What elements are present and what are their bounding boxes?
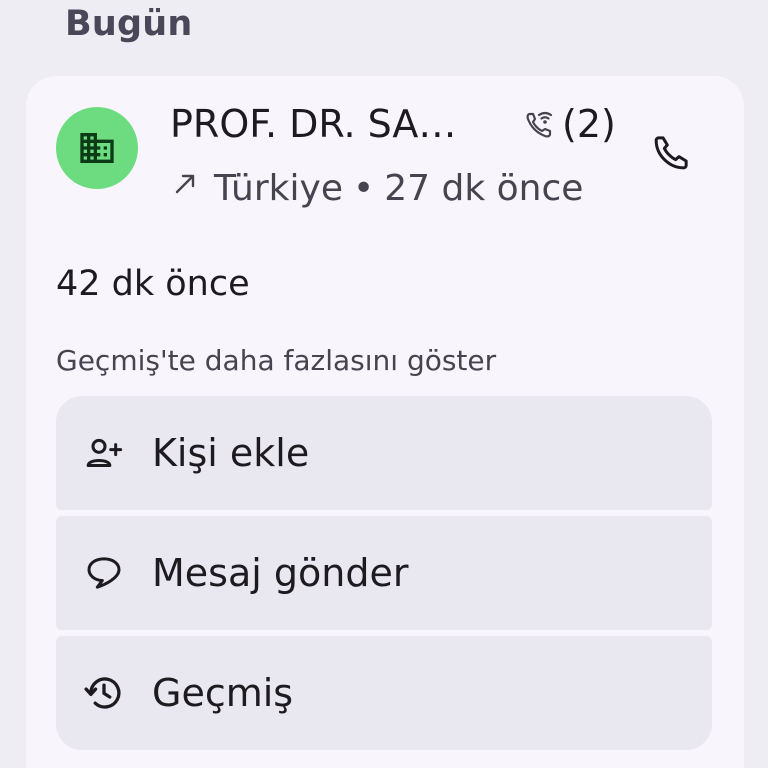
send-message-button[interactable]: Mesaj gönder [56, 516, 712, 630]
message-icon [76, 545, 132, 601]
wifi-calling-icon [526, 111, 553, 138]
business-icon [80, 133, 114, 163]
call-location: Türkiye [214, 168, 343, 209]
call-subtitle: Türkiye • 27 dk önce [172, 168, 583, 209]
add-contact-label: Kişi ekle [152, 431, 310, 475]
call-time-ago: 27 dk önce [384, 168, 584, 209]
section-header-today: Bugün [65, 4, 193, 44]
previous-call-time: 42 dk önce [56, 264, 250, 304]
subtitle-separator: • [352, 168, 375, 209]
outgoing-call-icon [175, 174, 195, 193]
history-label: Geçmiş [152, 671, 294, 715]
add-contact-button[interactable]: Kişi ekle [56, 396, 712, 510]
history-button[interactable]: Geçmiş [56, 636, 712, 750]
phone-icon [654, 136, 688, 170]
add-person-icon [76, 425, 132, 481]
contact-name[interactable]: PROF. DR. SA… [170, 102, 456, 146]
call-log-screen: Bugün PROF. DR. SA… (2) Türkiye • 27 dk … [0, 0, 768, 768]
send-message-label: Mesaj gönder [152, 551, 409, 595]
show-more-history-link[interactable]: Geçmiş'te daha fazlasını göster [56, 344, 496, 377]
call-count: (2) [562, 102, 616, 146]
call-log-card: PROF. DR. SA… (2) Türkiye • 27 dk önce 4… [26, 76, 744, 768]
contact-avatar[interactable] [56, 107, 138, 189]
call-button[interactable] [644, 124, 700, 180]
history-icon [76, 665, 132, 721]
